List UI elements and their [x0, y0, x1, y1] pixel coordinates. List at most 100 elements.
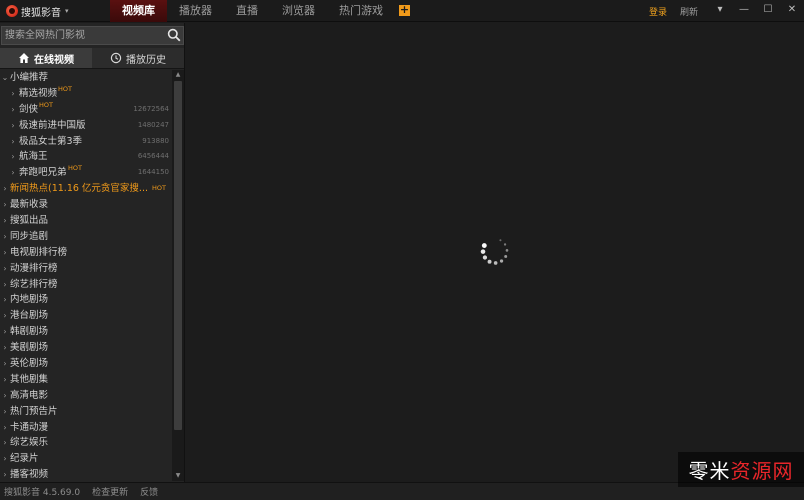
- chevron-right-icon[interactable]: ›: [1, 245, 9, 261]
- nav-tab-player[interactable]: 播放器: [167, 0, 224, 22]
- tree-item-label: 极品女士第3季: [19, 135, 83, 147]
- tree-item[interactable]: › 高清电影: [0, 388, 172, 404]
- tree-item-label: 同步追剧: [10, 230, 49, 242]
- tree-item[interactable]: › 极速前进中国版 1480247: [0, 118, 172, 134]
- tree-item[interactable]: › 精选视频 HOT: [0, 85, 172, 102]
- chevron-right-icon[interactable]: ›: [9, 165, 17, 181]
- tree-item[interactable]: › 韩剧剧场: [0, 324, 172, 340]
- tree-item[interactable]: › 播客视频: [0, 467, 172, 481]
- scroll-thumb[interactable]: [174, 81, 182, 430]
- tree-item[interactable]: › 卡通动漫: [0, 420, 172, 436]
- chevron-right-icon[interactable]: ›: [1, 435, 9, 451]
- sidebar: 搜索全网热门影视 在线视频 播放历史 ⌄ 小编推荐 › 精选视频 HOT › 剑侠 HOT 12…: [0, 23, 185, 482]
- dropdown-menu-icon[interactable]: ▾: [708, 0, 732, 22]
- chevron-right-icon[interactable]: ›: [1, 277, 9, 293]
- sidebar-scrollbar[interactable]: ▲ ▼: [172, 70, 184, 481]
- feedback-link[interactable]: 反馈: [140, 485, 158, 498]
- refresh-link[interactable]: 刷新: [680, 5, 698, 18]
- chevron-right-icon[interactable]: ›: [1, 372, 9, 388]
- nav-tab-video-library[interactable]: 视频库: [110, 0, 167, 22]
- chevron-right-icon[interactable]: ›: [1, 261, 9, 277]
- chevron-right-icon[interactable]: ›: [1, 213, 9, 229]
- search-input[interactable]: 搜索全网热门影视: [5, 27, 165, 44]
- tree-item[interactable]: › 最新收录: [0, 197, 172, 213]
- tree-item[interactable]: › 航海王 6456444: [0, 149, 172, 165]
- tree-item-label: 高清电影: [10, 389, 49, 401]
- tree-item[interactable]: › 搜狐出品: [0, 213, 172, 229]
- tree-item-label: 电视剧排行榜: [10, 246, 68, 258]
- nav-tab-browser[interactable]: 浏览器: [270, 0, 327, 22]
- chevron-right-icon[interactable]: ›: [1, 197, 9, 213]
- tree-item[interactable]: › 新闻热点(11.16 亿元贪官家搜... HOT: [0, 181, 172, 197]
- tree-item-label: 极速前进中国版: [19, 119, 86, 131]
- tree-item-label: 其他剧集: [10, 373, 49, 385]
- minimize-icon[interactable]: —: [732, 0, 756, 22]
- scroll-down-arrow-icon[interactable]: ▼: [172, 471, 184, 481]
- view-count: 913880: [142, 136, 169, 145]
- tree-item[interactable]: › 极品女士第3季 913880: [0, 134, 172, 150]
- view-count: 1480247: [137, 120, 169, 129]
- chevron-right-icon[interactable]: ›: [1, 181, 9, 197]
- chevron-right-icon[interactable]: ›: [1, 340, 9, 356]
- tree-item[interactable]: › 其他剧集: [0, 372, 172, 388]
- chevron-right-icon[interactable]: ›: [9, 118, 17, 134]
- tree-item-label: 新闻热点(11.16 亿元贪官家搜...: [10, 183, 148, 195]
- home-icon: [19, 53, 29, 63]
- tree-item[interactable]: › 纪录片: [0, 451, 172, 467]
- tree-item-label: 最新收录: [10, 199, 49, 211]
- chevron-right-icon[interactable]: ›: [1, 451, 9, 467]
- chevron-right-icon[interactable]: ›: [1, 356, 9, 372]
- tree-item[interactable]: › 奔跑吧兄弟 HOT 1644150: [0, 164, 172, 181]
- nav-tab-hot-games[interactable]: 热门游戏: [327, 0, 395, 22]
- tree-item[interactable]: › 热门预告片: [0, 404, 172, 420]
- chevron-right-icon[interactable]: ›: [1, 324, 9, 340]
- chevron-right-icon[interactable]: ›: [1, 308, 9, 324]
- search-icon[interactable]: [167, 28, 181, 42]
- chevron-right-icon[interactable]: ›: [1, 229, 9, 245]
- chevron-right-icon[interactable]: ›: [1, 467, 9, 481]
- tree-item[interactable]: › 同步追剧: [0, 229, 172, 245]
- chevron-right-icon[interactable]: ›: [9, 134, 17, 150]
- chevron-right-icon[interactable]: ›: [1, 292, 9, 308]
- tree-item[interactable]: ⌄ 小编推荐: [0, 70, 172, 86]
- watermark-part1: 零米: [688, 459, 731, 483]
- tree-item-label: 搜狐出品: [10, 215, 49, 227]
- tree-item-label: 英伦剧场: [10, 358, 49, 370]
- chevron-right-icon[interactable]: ›: [1, 420, 9, 436]
- close-icon[interactable]: ✕: [780, 0, 804, 22]
- chevron-down-icon[interactable]: ⌄: [1, 70, 9, 86]
- login-link[interactable]: 登录: [649, 5, 667, 18]
- tree-item[interactable]: › 港台剧场: [0, 308, 172, 324]
- tree-item-label: 综艺娱乐: [10, 437, 49, 449]
- tree-item[interactable]: › 英伦剧场: [0, 356, 172, 372]
- scroll-up-arrow-icon[interactable]: ▲: [172, 70, 184, 80]
- tree-item-label: 韩剧剧场: [10, 326, 49, 338]
- category-tree: ⌄ 小编推荐 › 精选视频 HOT › 剑侠 HOT 12672564 › 极速前进中国版 14802…: [0, 70, 172, 481]
- maximize-icon[interactable]: ☐: [756, 0, 780, 22]
- nav-tab-live[interactable]: 直播: [224, 0, 270, 22]
- tree-item[interactable]: › 综艺娱乐: [0, 435, 172, 451]
- chevron-right-icon[interactable]: ›: [9, 102, 17, 118]
- hot-badge: HOT: [39, 100, 53, 109]
- chevron-right-icon[interactable]: ›: [1, 404, 9, 420]
- tree-item[interactable]: › 综艺排行榜: [0, 277, 172, 293]
- tree-item-label: 播客视频: [10, 469, 49, 481]
- tree-item[interactable]: › 内地剧场: [0, 292, 172, 308]
- tree-item[interactable]: › 电视剧排行榜: [0, 245, 172, 261]
- watermark-part2: 资源网: [730, 459, 794, 483]
- chevron-right-icon[interactable]: ›: [9, 149, 17, 165]
- app-menu[interactable]: 搜狐影音 ▾: [3, 2, 76, 20]
- top-right-controls: 登录 刷新 ▾ — ☐ ✕: [649, 0, 804, 22]
- tab-online-video[interactable]: 在线视频: [0, 48, 92, 69]
- tree-item[interactable]: › 美剧剧场: [0, 340, 172, 356]
- tree-item[interactable]: › 动漫排行榜: [0, 261, 172, 277]
- tab-play-history[interactable]: 播放历史: [92, 48, 184, 69]
- chevron-right-icon[interactable]: ›: [9, 86, 17, 102]
- view-count: 12672564: [133, 104, 169, 113]
- chevron-right-icon[interactable]: ›: [1, 388, 9, 404]
- tree-item[interactable]: › 剑侠 HOT 12672564: [0, 101, 172, 118]
- hot-badge: HOT: [152, 184, 166, 193]
- tree-item-label: 航海王: [19, 151, 48, 163]
- check-update-link[interactable]: 检查更新: [92, 485, 128, 498]
- add-tab-icon[interactable]: +: [399, 4, 410, 16]
